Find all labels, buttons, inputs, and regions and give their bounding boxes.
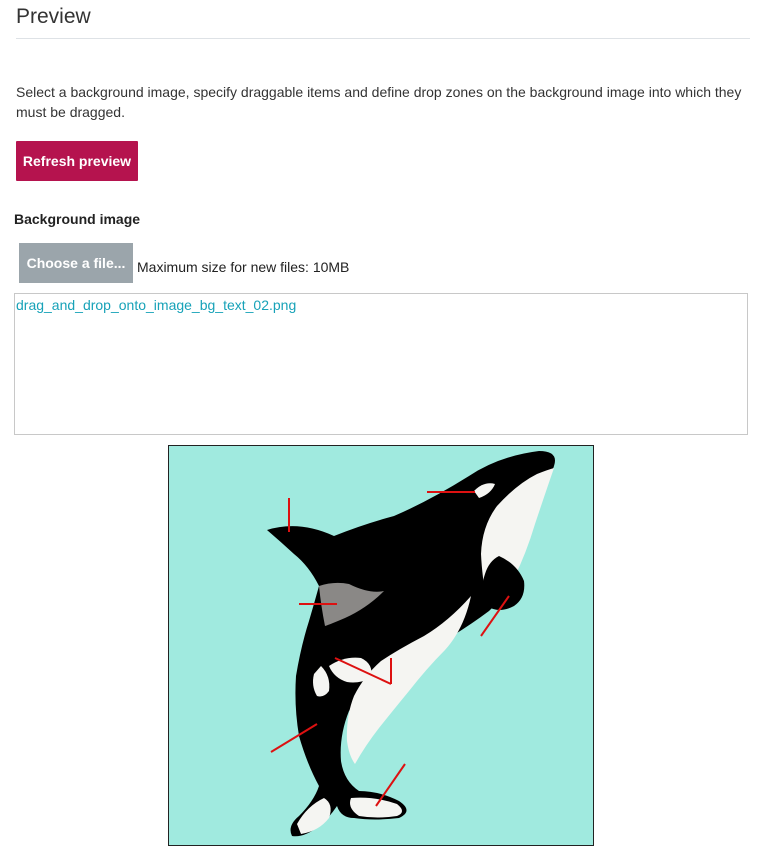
instructions-text: Select a background image, specify dragg… bbox=[16, 84, 742, 120]
max-size-note: Maximum size for new files: 10MB bbox=[137, 259, 350, 275]
orca-whale-image bbox=[267, 451, 555, 837]
uploaded-file-link[interactable]: drag_and_drop_onto_image_bg_text_02.png bbox=[16, 297, 296, 313]
choose-file-button[interactable]: Choose a file... bbox=[19, 243, 133, 283]
file-drop-area[interactable]: drag_and_drop_onto_image_bg_text_02.png bbox=[14, 293, 748, 435]
preview-background-image bbox=[168, 445, 594, 846]
refresh-preview-button[interactable]: Refresh preview bbox=[16, 141, 138, 181]
title-divider bbox=[16, 38, 750, 39]
page-title: Preview bbox=[16, 5, 91, 28]
background-image-label: Background image bbox=[14, 211, 141, 227]
